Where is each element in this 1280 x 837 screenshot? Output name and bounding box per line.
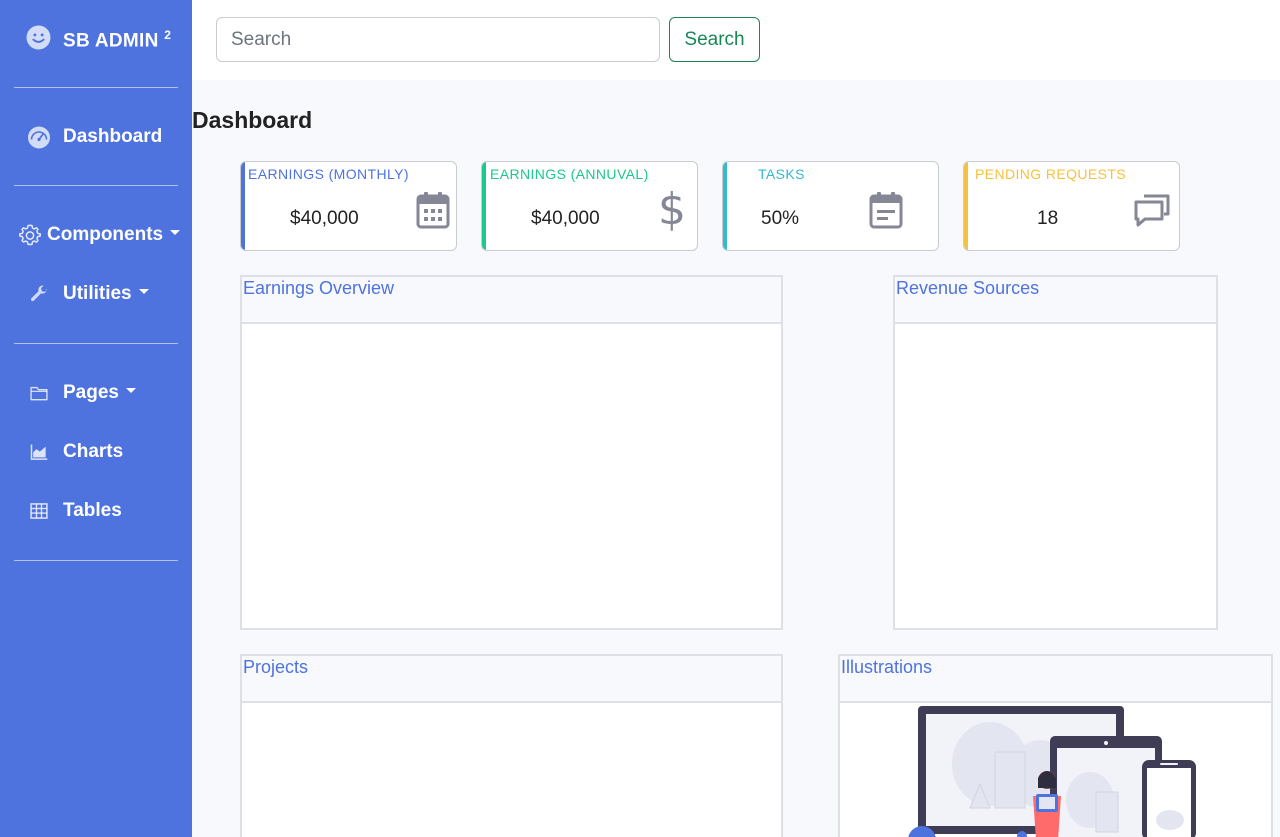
panel-header: Projects <box>242 656 781 703</box>
sidebar-item-label: Dashboard <box>63 126 163 147</box>
panel-title: Earnings Overview <box>243 278 395 298</box>
stat-label: PENDING REQUESTS <box>975 166 1127 182</box>
panel-header: Earnings Overview <box>242 277 781 324</box>
clipboard-icon <box>866 190 906 230</box>
area-chart-icon <box>27 440 51 464</box>
panel-title: Revenue Sources <box>896 278 1040 298</box>
panel-header: Illustrations <box>840 656 1271 703</box>
sidebar-item-label: Components <box>47 224 181 246</box>
sidebar-item-label: Pages <box>63 382 136 404</box>
topbar: Search <box>192 0 1280 80</box>
stat-label: EARNINGS (MONTHLY) <box>248 166 409 182</box>
stat-card-earnings-annual: EARNINGS (ANNUVAL) $40,000 $ <box>481 161 698 251</box>
search-input[interactable] <box>216 17 660 62</box>
caret-down-icon <box>125 388 136 394</box>
comments-icon <box>1132 190 1172 230</box>
accent-bar <box>241 162 245 250</box>
sidebar-divider <box>14 560 178 561</box>
stat-card-pending-requests: PENDING REQUESTS 18 <box>963 161 1180 251</box>
tachometer-icon <box>27 125 51 149</box>
stat-value: 18 <box>1037 208 1059 229</box>
accent-bar <box>723 162 727 250</box>
earnings-overview-panel: Earnings Overview <box>240 275 783 630</box>
sidebar-divider <box>14 87 178 88</box>
table-icon <box>27 499 51 523</box>
projects-panel: Projects <box>240 654 783 837</box>
smile-icon <box>26 25 51 55</box>
sidebar-item-dashboard[interactable]: Dashboard <box>0 119 192 155</box>
sidebar-divider <box>14 185 178 186</box>
stat-value: 50% <box>761 208 800 229</box>
sidebar-item-label: Utilities <box>63 283 149 305</box>
sidebar: SB ADMIN 2 Dashboard Components Utilitie… <box>0 0 192 837</box>
page-title: Dashboard <box>192 107 313 133</box>
search-button[interactable]: Search <box>669 17 760 62</box>
panel-header: Revenue Sources <box>895 277 1216 324</box>
sidebar-item-pages[interactable]: Pages <box>0 375 192 411</box>
sidebar-item-charts[interactable]: Charts <box>0 434 192 470</box>
sidebar-item-tables[interactable]: Tables <box>0 493 192 529</box>
stat-card-tasks: TASKS 50% <box>722 161 939 251</box>
stat-card-earnings-monthly: EARNINGS (MONTHLY) $40,000 <box>240 161 457 251</box>
revenue-sources-panel: Revenue Sources <box>893 275 1218 630</box>
panel-title: Projects <box>243 657 309 677</box>
stat-value: $40,000 <box>531 208 600 229</box>
stat-value: $40,000 <box>290 208 359 229</box>
sidebar-item-components[interactable]: Components <box>0 217 192 253</box>
sidebar-item-utilities[interactable]: Utilities <box>0 276 192 312</box>
accent-bar <box>482 162 486 250</box>
devices-illustration <box>908 706 1196 837</box>
panel-title: Illustrations <box>841 657 933 677</box>
folder-icon <box>27 381 51 405</box>
gear-icon <box>18 223 42 247</box>
wrench-icon <box>27 282 51 306</box>
dollar-icon: $ <box>658 184 686 235</box>
caret-down-icon <box>170 230 181 236</box>
sidebar-item-label: Tables <box>63 500 122 521</box>
calendar-icon <box>413 190 453 230</box>
sidebar-item-label: Charts <box>63 441 124 462</box>
sidebar-divider <box>14 343 178 344</box>
brand-name: SB ADMIN 2 <box>63 27 172 52</box>
stat-label: TASKS <box>758 166 805 182</box>
accent-bar <box>964 162 968 250</box>
illustrations-panel: Illustrations <box>838 654 1273 837</box>
brand[interactable]: SB ADMIN 2 <box>26 25 172 55</box>
stat-label: EARNINGS (ANNUVAL) <box>490 166 649 182</box>
caret-down-icon <box>138 289 149 295</box>
